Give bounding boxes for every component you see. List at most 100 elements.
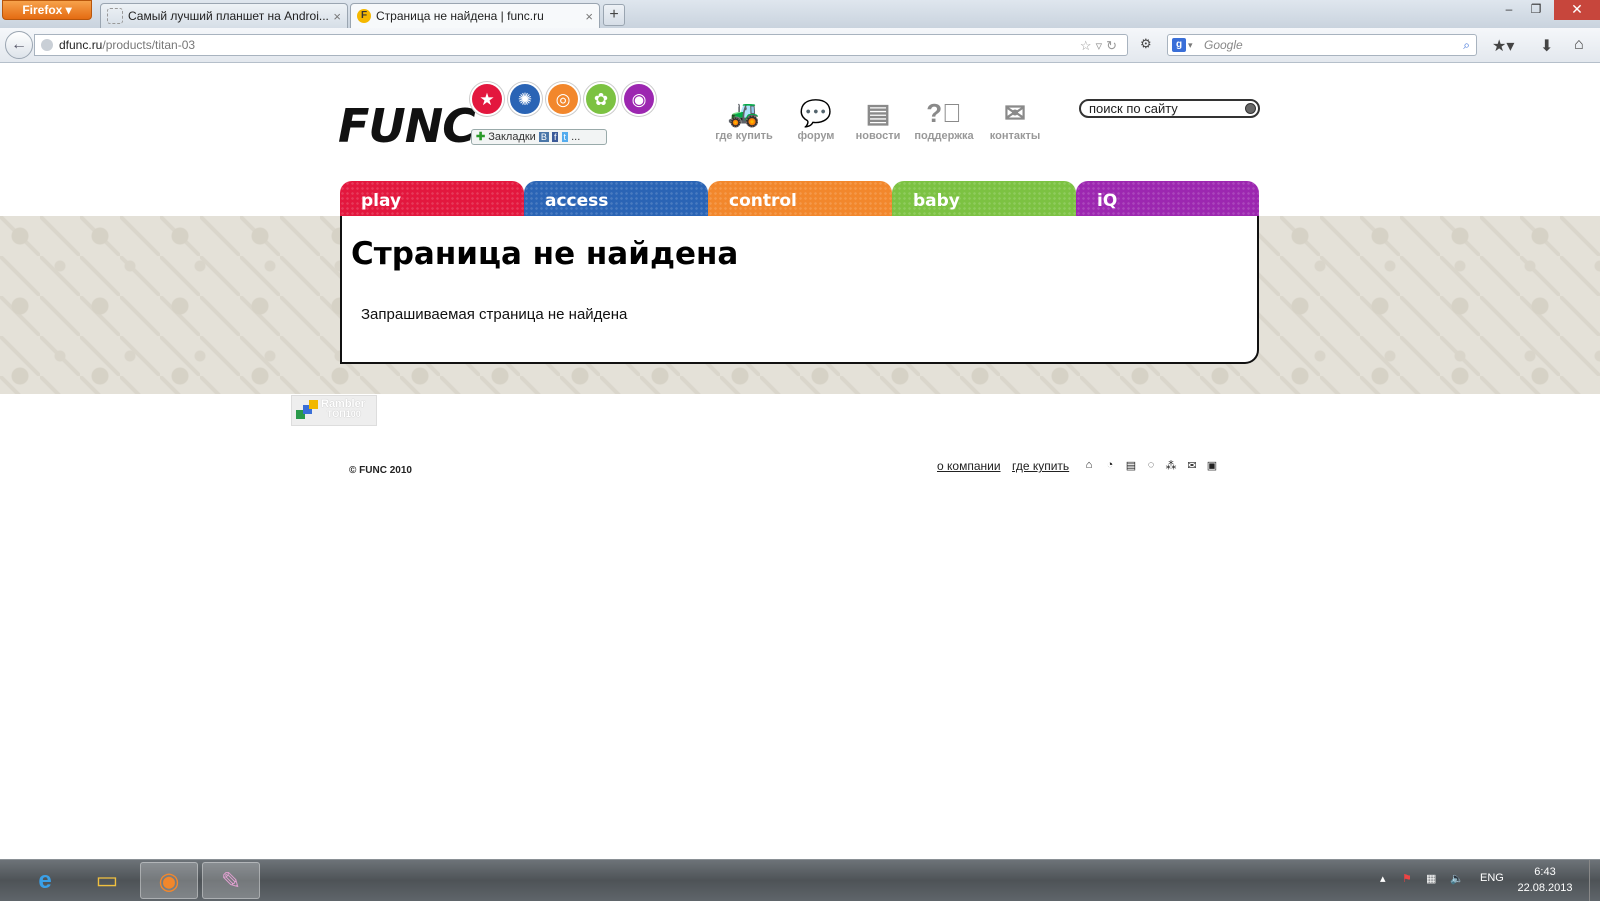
close-tab-icon[interactable]: × xyxy=(585,9,593,24)
top-link-label: контакты xyxy=(989,130,1041,142)
action-center-icon[interactable]: ⚑ xyxy=(1402,872,1412,885)
bookmarks-label: Закладки xyxy=(488,131,536,143)
tab-label: play xyxy=(361,191,402,211)
minimize-icon[interactable]: – xyxy=(1497,0,1521,20)
site-identity-icon[interactable] xyxy=(41,39,53,51)
new-tab-button[interactable]: + xyxy=(603,4,625,26)
footer-sitemap-icon[interactable]: ⁂ xyxy=(1164,459,1178,472)
close-tab-icon[interactable]: × xyxy=(333,9,341,24)
tab-label: control xyxy=(729,191,797,211)
footer-video-icon[interactable]: ▣ xyxy=(1205,459,1219,472)
footer-link-about[interactable]: о компании xyxy=(937,459,1001,473)
paint-taskbar-icon[interactable]: ✎ xyxy=(202,862,260,899)
system-clock[interactable]: 6:43 22.08.2013 xyxy=(1510,864,1580,896)
page-title: Страница не найдена xyxy=(351,236,739,272)
question-icon: ?⃝ xyxy=(926,98,962,128)
bookmark-star-icon[interactable]: ☆ xyxy=(1080,38,1096,53)
firefox-menu-label: Firefox xyxy=(22,3,63,17)
clock-date: 22.08.2013 xyxy=(1517,882,1573,894)
top-link-label: новости xyxy=(855,130,901,142)
tab-control[interactable]: control xyxy=(708,181,892,217)
back-button[interactable]: ← xyxy=(5,31,33,59)
firefox-taskbar-icon[interactable]: ◉ xyxy=(140,862,198,899)
tab-label: access xyxy=(545,191,609,211)
rambler-text: Rambler ТОП100 xyxy=(321,399,365,420)
envelope-icon: ✉ xyxy=(1004,98,1026,128)
func-favicon-icon: F xyxy=(357,9,371,23)
bookmarks-share-button[interactable]: ✚ Закладки В f t ... xyxy=(471,129,607,145)
network-icon[interactable]: ▦ xyxy=(1426,872,1436,885)
top-link-where-to-buy[interactable]: 🚜 где купить xyxy=(709,96,779,142)
tab-2-title: Страница не найдена | func.ru xyxy=(376,9,544,23)
site-search-placeholder: поиск по сайту xyxy=(1089,101,1178,116)
tab-access[interactable]: access xyxy=(524,181,708,217)
engine-dropdown-icon[interactable]: ▾ xyxy=(1188,35,1193,55)
tray-expand-icon[interactable]: ▴ xyxy=(1380,872,1386,885)
site-search-input[interactable]: поиск по сайту xyxy=(1079,99,1260,118)
downloads-icon[interactable]: ⬇ xyxy=(1540,36,1553,56)
top-link-news[interactable]: ▤ новости xyxy=(843,96,913,142)
content-box: Страница не найдена Запрашиваемая страни… xyxy=(340,216,1259,364)
browser-navbar: ← dfunc.ru/products/titan-03 ☆▿↻ ⚙ g ▾ G… xyxy=(0,28,1600,63)
volume-icon[interactable]: 🔈 xyxy=(1450,872,1464,885)
browser-search-input[interactable]: g ▾ Google ⌕ xyxy=(1167,34,1477,56)
maximize-icon[interactable]: ❐ xyxy=(1524,0,1548,20)
rambler-top100-counter[interactable]: Rambler ТОП100 xyxy=(291,395,377,426)
url-path: /products/titan-03 xyxy=(102,38,196,52)
reload-icon[interactable]: ↻ xyxy=(1106,38,1121,53)
twitter-icon[interactable]: t xyxy=(561,132,569,142)
url-actions: ☆▿↻ xyxy=(1080,36,1121,56)
google-g-icon[interactable]: g xyxy=(1172,38,1186,52)
top-link-label: форум xyxy=(797,130,835,142)
history-dropdown-icon[interactable]: ▿ xyxy=(1096,38,1107,53)
top-link-label: поддержка xyxy=(914,130,974,142)
show-desktop-button[interactable] xyxy=(1589,860,1600,901)
windows-taskbar: e ▭ ◉ ✎ ▴ ⚑ ▦ 🔈 ENG 6:43 22.08.2013 xyxy=(0,859,1600,901)
facebook-icon[interactable]: f xyxy=(551,132,559,142)
copyright: © FUNC 2010 xyxy=(349,465,412,476)
top-link-label: где купить xyxy=(715,130,773,142)
tab-play[interactable]: play xyxy=(340,181,524,217)
vk-icon[interactable]: В xyxy=(538,132,549,142)
file-explorer-icon[interactable]: ▭ xyxy=(78,862,136,899)
truck-icon: 🚜 xyxy=(727,98,761,128)
top-link-support[interactable]: ?⃝ поддержка xyxy=(909,96,979,142)
top-link-contacts[interactable]: ✉ контакты xyxy=(980,96,1050,142)
search-go-icon[interactable] xyxy=(1245,103,1256,114)
more-services-icon[interactable]: ... xyxy=(571,131,580,143)
tab-baby[interactable]: baby xyxy=(892,181,1076,217)
notepad-icon: ▤ xyxy=(865,98,891,128)
logo-star-icon: ★ xyxy=(470,82,504,116)
footer-link-where-to-buy[interactable]: где купить xyxy=(1012,459,1069,473)
clock-time: 6:43 xyxy=(1534,866,1556,878)
language-indicator[interactable]: ENG xyxy=(1480,872,1504,884)
plus-icon: ✚ xyxy=(476,131,486,143)
search-magnifier-icon[interactable]: ⌕ xyxy=(1463,35,1470,55)
logo-target-icon: ◎ xyxy=(546,82,580,116)
browser-tab-1[interactable]: Самый лучший планшет на Androi... × xyxy=(100,3,348,28)
search-placeholder: Google xyxy=(1204,38,1243,52)
footer-mail-icon[interactable]: ✉ xyxy=(1185,459,1199,472)
logo-gear-icon: ✺ xyxy=(508,82,542,116)
footer-forum-icon[interactable]: ◔ xyxy=(1103,459,1117,471)
internet-explorer-icon[interactable]: e xyxy=(16,862,74,899)
browser-tab-2[interactable]: F Страница не найдена | func.ru × xyxy=(350,3,600,28)
footer-home-icon[interactable]: ⌂ xyxy=(1082,459,1096,471)
firefox-menu-button[interactable]: Firefox ▾ xyxy=(2,0,92,20)
bookmarks-menu-icon[interactable]: ★▾ xyxy=(1492,36,1514,56)
home-icon[interactable]: ⌂ xyxy=(1574,36,1584,54)
rambler-logo-icon xyxy=(309,400,318,409)
blank-page-icon xyxy=(107,8,123,24)
rambler-line2: ТОП100 xyxy=(327,409,361,419)
func-logo[interactable]: FUNC xyxy=(338,103,476,149)
top-link-forum[interactable]: 💬 форум xyxy=(781,96,851,142)
logo-flower-icon: ✿ xyxy=(584,82,618,116)
window-close-icon[interactable]: ✕ xyxy=(1554,0,1600,20)
tab-iq[interactable]: iQ xyxy=(1076,181,1259,217)
tab-label: baby xyxy=(913,191,960,211)
translate-icon[interactable]: ⚙ xyxy=(1140,36,1152,52)
tab-label: iQ xyxy=(1097,191,1118,211)
footer-support-icon[interactable]: ◌ xyxy=(1144,459,1158,471)
footer-news-icon[interactable]: ▤ xyxy=(1124,459,1138,472)
address-bar[interactable]: dfunc.ru/products/titan-03 ☆▿↻ xyxy=(34,34,1128,56)
